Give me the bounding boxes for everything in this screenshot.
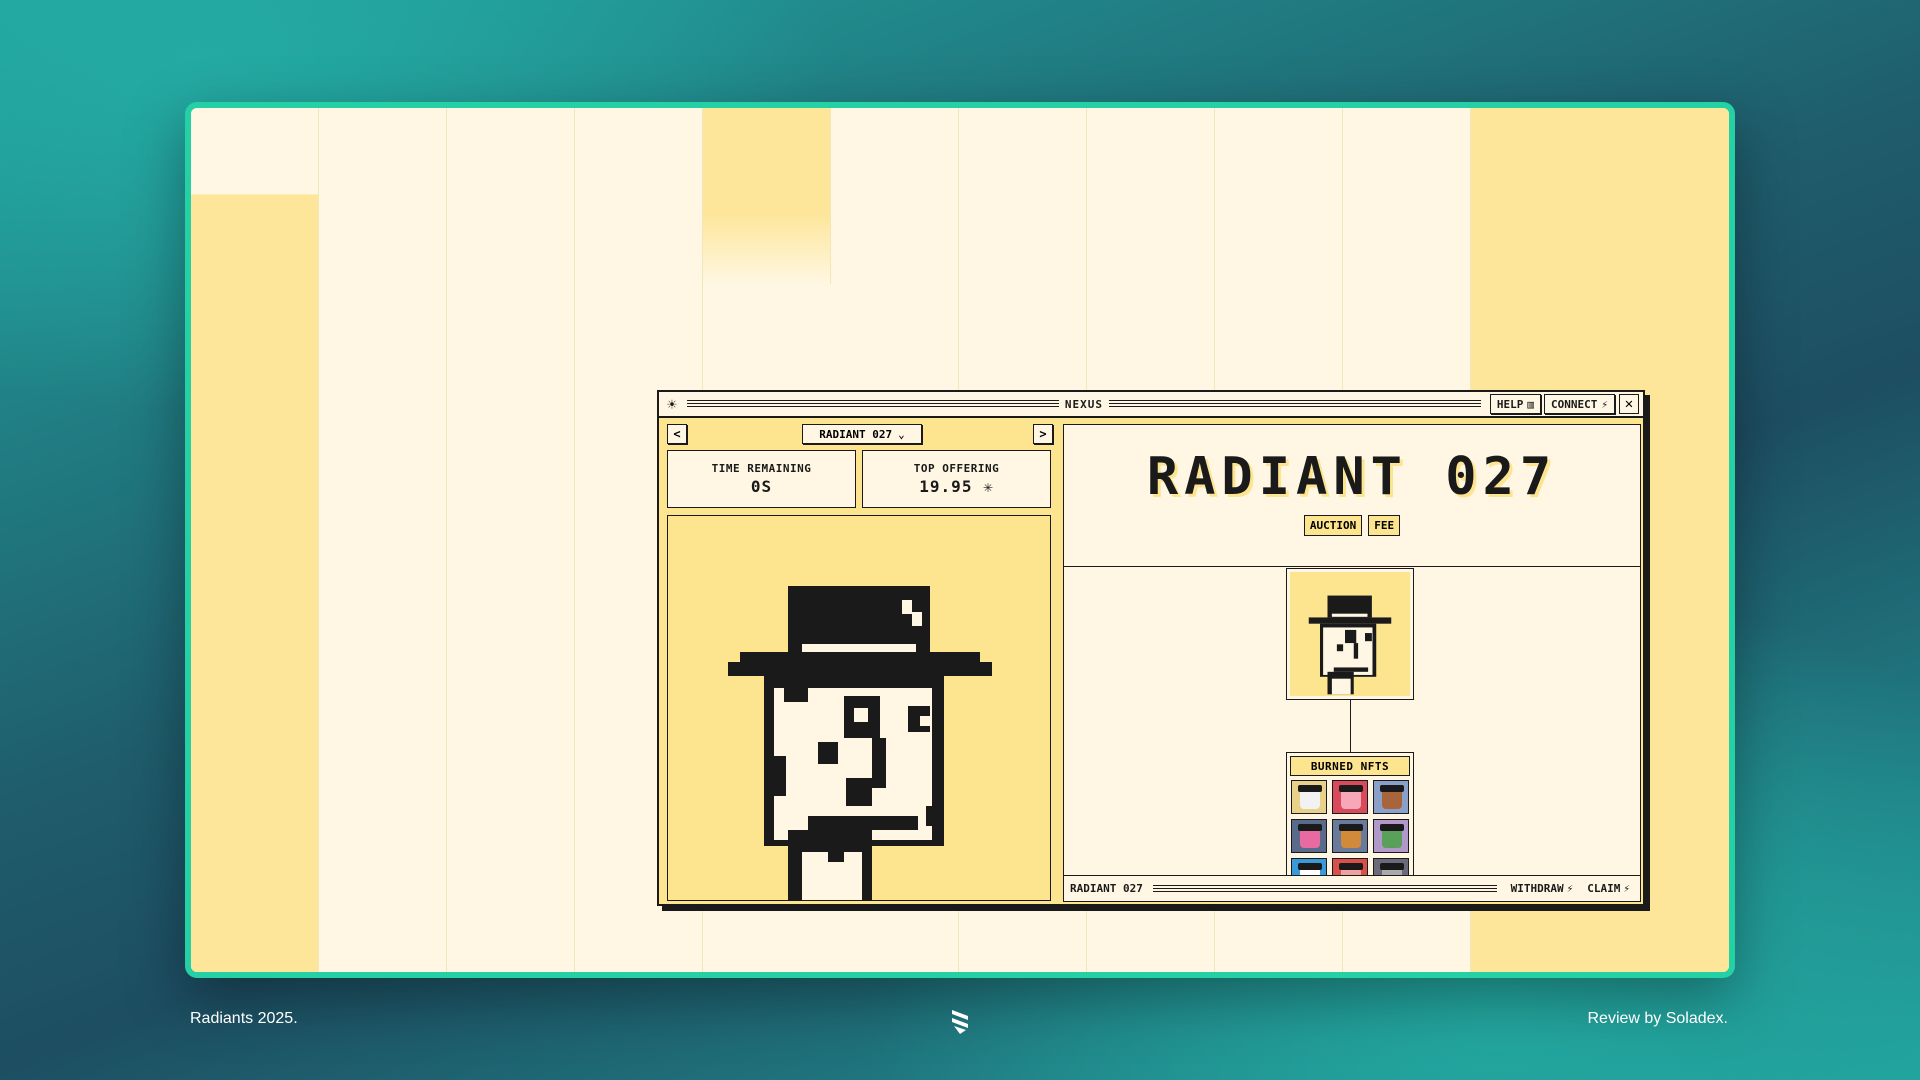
pixel-character-icon <box>728 586 992 900</box>
nft-hat-icon <box>1298 824 1322 831</box>
titlebar-lines <box>687 400 1059 408</box>
burned-nfts-grid <box>1290 780 1410 875</box>
titlebar-lines <box>1109 400 1481 408</box>
withdraw-button[interactable]: WITHDRAW ⚡ <box>1507 882 1578 895</box>
help-button[interactable]: HELP ▥ <box>1489 394 1542 414</box>
chevron-down-icon: ⌄ <box>898 427 905 441</box>
item-selector[interactable]: RADIANT 027 ⌄ <box>802 424 922 444</box>
burned-nft-item[interactable] <box>1332 780 1368 814</box>
selector-value: RADIANT 027 <box>819 427 893 441</box>
nft-avatar-icon <box>1382 789 1402 809</box>
bg-column <box>703 108 831 284</box>
time-remaining-label: TIME REMAINING <box>711 462 812 475</box>
close-button[interactable]: ✕ <box>1619 394 1640 414</box>
chevron-left-icon: < <box>673 427 681 441</box>
burned-nft-item[interactable] <box>1291 780 1327 814</box>
nft-thumbnail[interactable] <box>1286 568 1414 700</box>
panel-footer: RADIANT 027 WITHDRAW ⚡ CLAIM ⚡ <box>1064 875 1640 901</box>
app-window: ☀ NEXUS HELP ▥ CONNECT ⚡ ✕ < RADIANT 027 <box>657 390 1645 906</box>
next-button[interactable]: > <box>1033 424 1053 444</box>
soladex-logo-icon <box>952 1010 968 1034</box>
bg-column <box>319 108 447 972</box>
nft-hat-icon <box>1339 863 1363 870</box>
time-remaining-card: TIME REMAINING 0S <box>667 450 856 508</box>
close-icon: ✕ <box>1624 396 1634 412</box>
book-icon: ▥ <box>1527 397 1535 411</box>
thumbnail-art <box>1290 572 1410 696</box>
title-bar: ☀ NEXUS HELP ▥ CONNECT ⚡ ✕ <box>659 392 1643 418</box>
nft-hat-icon <box>1380 863 1404 870</box>
burned-nft-item[interactable] <box>1332 858 1368 875</box>
tag-list: AUCTION FEE <box>1303 515 1401 536</box>
footer-item-name: RADIANT 027 <box>1070 882 1143 895</box>
burned-nft-item[interactable] <box>1373 780 1409 814</box>
burned-nfts-card: BURNED NFTS <box>1286 752 1414 875</box>
presentation-frame: ☀ NEXUS HELP ▥ CONNECT ⚡ ✕ < RADIANT 027 <box>185 102 1735 978</box>
bg-column <box>447 108 575 972</box>
detail-panel: RADIANT 027 AUCTION FEE BURNED NFTS RADI… <box>1063 424 1641 902</box>
claim-label: CLAIM <box>1587 882 1621 895</box>
time-remaining-value: 0S <box>750 477 773 496</box>
nft-avatar-icon <box>1341 789 1361 809</box>
nft-hat-icon <box>1380 785 1404 792</box>
burned-nft-item[interactable] <box>1291 858 1327 875</box>
sun-icon[interactable]: ☀ <box>663 395 681 414</box>
nft-avatar-icon <box>1341 828 1361 848</box>
caption-right: Review by Soladex. <box>1587 1010 1728 1027</box>
tag-auction[interactable]: AUCTION <box>1303 515 1363 536</box>
hero-section: RADIANT 027 AUCTION FEE <box>1064 425 1640 567</box>
tree-connector <box>1350 700 1351 752</box>
nft-hat-icon <box>1298 863 1322 870</box>
nft-hat-icon <box>1339 824 1363 831</box>
burned-nfts-label: BURNED NFTS <box>1290 756 1410 776</box>
page-title: RADIANT 027 <box>1146 447 1558 507</box>
top-offering-card: TOP OFFERING 19.95 ✳ <box>862 450 1051 508</box>
caption-left: Radiants 2025. <box>190 1010 298 1027</box>
top-offering-value: 19.95 ✳ <box>919 477 994 496</box>
connect-button[interactable]: CONNECT ⚡ <box>1544 394 1616 414</box>
burned-nft-item[interactable] <box>1373 858 1409 875</box>
lightning-icon: ⚡ <box>1601 397 1609 411</box>
nft-artwork <box>667 515 1051 901</box>
pixel-character-icon <box>1308 595 1392 695</box>
nft-avatar-icon <box>1382 828 1402 848</box>
lineage-tree: BURNED NFTS <box>1064 568 1640 875</box>
chevron-right-icon: > <box>1039 427 1047 441</box>
nft-hat-icon <box>1339 785 1363 792</box>
item-navigator: < RADIANT 027 ⌄ > <box>667 424 1057 444</box>
lightning-icon: ⚡ <box>1566 882 1574 895</box>
nft-avatar-icon <box>1300 828 1320 848</box>
burned-nft-item[interactable] <box>1291 819 1327 853</box>
nft-hat-icon <box>1298 785 1322 792</box>
nft-avatar-icon <box>1300 789 1320 809</box>
footer-lines <box>1152 884 1497 893</box>
connect-label: CONNECT <box>1551 397 1598 411</box>
prev-button[interactable]: < <box>667 424 687 444</box>
bg-column <box>191 108 319 972</box>
burned-nft-item[interactable] <box>1373 819 1409 853</box>
nft-hat-icon <box>1380 824 1404 831</box>
claim-button[interactable]: CLAIM ⚡ <box>1583 882 1634 895</box>
burned-nft-item[interactable] <box>1332 819 1368 853</box>
top-offering-label: TOP OFFERING <box>913 462 1000 475</box>
withdraw-label: WITHDRAW <box>1510 882 1564 895</box>
lightning-icon: ⚡ <box>1623 882 1630 895</box>
window-title: NEXUS <box>1064 397 1104 411</box>
help-label: HELP <box>1496 397 1524 411</box>
tag-fee[interactable]: FEE <box>1368 515 1401 536</box>
